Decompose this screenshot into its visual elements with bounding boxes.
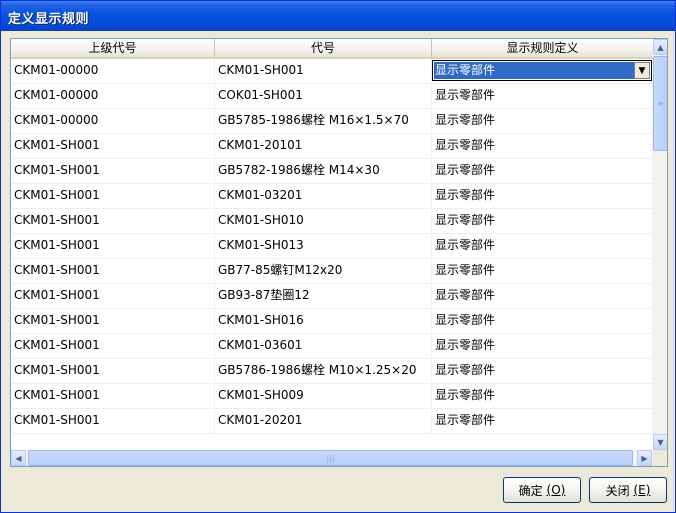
cell-parent-code[interactable]: CKM01-SH001 bbox=[11, 284, 215, 308]
table-row[interactable]: CKM01-SH001 CKM01-SH010 显示零部件 bbox=[11, 209, 653, 234]
cell-display-rule[interactable]: 显示零部件 bbox=[432, 234, 653, 258]
table-row[interactable]: CKM01-00000 GB5785-1986螺栓 M16×1.5×70 显示零部件 bbox=[11, 109, 653, 134]
arrow-left-icon[interactable]: ◀ bbox=[11, 450, 26, 466]
cell-display-rule[interactable]: 显示零部件 bbox=[432, 184, 653, 208]
cell-parent-code[interactable]: CKM01-00000 bbox=[11, 109, 215, 133]
column-header-display-rule[interactable]: 显示规则定义 bbox=[432, 39, 654, 59]
title-bar[interactable]: 定义显示规则 bbox=[1, 1, 675, 31]
vertical-scroll-thumb[interactable]: ≡ bbox=[653, 56, 667, 151]
cell-code[interactable]: CKM01-SH013 bbox=[215, 234, 432, 258]
cell-code[interactable]: CKM01-03201 bbox=[215, 184, 432, 208]
cell-display-rule[interactable]: 显示零部件 bbox=[432, 384, 653, 408]
table-row[interactable]: CKM01-SH001 GB5782-1986螺栓 M14×30 显示零部件 bbox=[11, 159, 653, 184]
cell-display-rule[interactable]: 显示零部件 bbox=[432, 309, 653, 333]
vertical-scrollbar[interactable]: ▲ ≡ ▼ bbox=[653, 39, 667, 450]
table-row[interactable]: CKM01-SH001 GB5786-1986螺栓 M10×1.25×20 显示零部… bbox=[11, 359, 653, 384]
cell-code[interactable]: GB5785-1986螺栓 M16×1.5×70 bbox=[215, 109, 432, 133]
cell-parent-code[interactable]: CKM01-SH001 bbox=[11, 259, 215, 283]
column-header-parent-code[interactable]: 上级代号 bbox=[11, 39, 215, 59]
table-row[interactable]: CKM01-SH001 CKM01-20101 显示零部件 bbox=[11, 134, 653, 159]
display-rule-dropdown[interactable]: 显示零部件 ▼ bbox=[432, 60, 652, 81]
table-row[interactable]: CKM01-SH001 CKM01-SH016 显示零部件 bbox=[11, 309, 653, 334]
table-row[interactable]: CKM01-SH001 CKM01-SH013 显示零部件 bbox=[11, 234, 653, 259]
cell-code[interactable]: GB77-85螺钉M12x20 bbox=[215, 259, 432, 283]
cell-display-rule[interactable]: 显示零部件 bbox=[432, 259, 653, 283]
ok-button-accel: (O) bbox=[546, 483, 566, 497]
dropdown-selected-value: 显示零部件 bbox=[434, 62, 634, 79]
cell-display-rule[interactable]: 显示零部件 bbox=[432, 334, 653, 358]
cell-code[interactable]: GB5782-1986螺栓 M14×30 bbox=[215, 159, 432, 183]
cell-display-rule[interactable]: 显示零部件 bbox=[432, 134, 653, 158]
table-row[interactable]: CKM01-SH001 CKM01-SH009 显示零部件 bbox=[11, 384, 653, 409]
cell-parent-code[interactable]: CKM01-SH001 bbox=[11, 159, 215, 183]
cell-display-rule[interactable]: 显示零部件 bbox=[432, 159, 653, 183]
cell-display-rule[interactable]: 显示零部件 bbox=[432, 359, 653, 383]
close-button[interactable]: 关闭 (E) bbox=[589, 477, 667, 503]
table-row[interactable]: CKM01-SH001 CKM01-20201 显示零部件 bbox=[11, 409, 653, 434]
cell-parent-code[interactable]: CKM01-SH001 bbox=[11, 134, 215, 158]
cell-display-rule[interactable]: 显示零部件 bbox=[432, 109, 653, 133]
close-button-label: 关闭 bbox=[605, 483, 630, 498]
horizontal-scroll-thumb[interactable]: ||| bbox=[28, 450, 633, 466]
column-header-code[interactable]: 代号 bbox=[215, 39, 432, 59]
table-row[interactable]: CKM01-SH001 GB93-87垫圈12 显示零部件 bbox=[11, 284, 653, 309]
cell-display-rule[interactable]: 显示零部件 bbox=[432, 284, 653, 308]
cell-code[interactable]: CKM01-03601 bbox=[215, 334, 432, 358]
cell-code[interactable]: CKM01-20101 bbox=[215, 134, 432, 158]
cell-parent-code[interactable]: CKM01-SH001 bbox=[11, 184, 215, 208]
cell-parent-code[interactable]: CKM01-SH001 bbox=[11, 309, 215, 333]
table-row[interactable]: CKM01-SH001 CKM01-03201 显示零部件 bbox=[11, 184, 653, 209]
grid-header: 上级代号 代号 显示规则定义 bbox=[11, 39, 654, 59]
cell-parent-code[interactable]: CKM01-SH001 bbox=[11, 234, 215, 258]
cell-parent-code[interactable]: CKM01-SH001 bbox=[11, 409, 215, 433]
cell-display-rule[interactable]: 显示零部件 bbox=[432, 84, 653, 108]
cell-parent-code[interactable]: CKM01-SH001 bbox=[11, 384, 215, 408]
scrollbar-corner bbox=[653, 450, 667, 466]
chevron-down-icon[interactable]: ▼ bbox=[634, 62, 650, 79]
arrow-right-icon[interactable]: ▶ bbox=[637, 450, 652, 466]
cell-code[interactable]: CKM01-SH010 bbox=[215, 209, 432, 233]
rules-grid: 上级代号 代号 显示规则定义 CKM01-00000 CKM01-SH001 显示零… bbox=[10, 38, 668, 467]
table-row[interactable]: CKM01-SH001 GB77-85螺钉M12x20 显示零部件 bbox=[11, 259, 653, 284]
cell-parent-code[interactable]: CKM01-00000 bbox=[11, 59, 215, 83]
arrow-down-icon[interactable]: ▼ bbox=[653, 434, 667, 450]
ok-button[interactable]: 确定 (O) bbox=[503, 477, 581, 503]
table-row[interactable]: CKM01-00000 CKM01-SH001 显示零部件 ▼ bbox=[11, 59, 653, 84]
cell-code[interactable]: CKM01-SH016 bbox=[215, 309, 432, 333]
horizontal-scrollbar[interactable]: ◀ ||| ▶ bbox=[11, 450, 653, 466]
cell-code[interactable]: CKM01-SH009 bbox=[215, 384, 432, 408]
cell-code[interactable]: GB5786-1986螺栓 M10×1.25×20 bbox=[215, 359, 432, 383]
table-row[interactable]: CKM01-00000 COK01-SH001 显示零部件 bbox=[11, 84, 653, 109]
cell-display-rule[interactable]: 显示零部件 bbox=[432, 209, 653, 233]
cell-display-rule[interactable]: 显示零部件 bbox=[432, 409, 653, 433]
cell-parent-code[interactable]: CKM01-SH001 bbox=[11, 334, 215, 358]
close-button-accel: (E) bbox=[633, 483, 651, 497]
cell-parent-code[interactable]: CKM01-SH001 bbox=[11, 359, 215, 383]
cell-code[interactable]: GB93-87垫圈12 bbox=[215, 284, 432, 308]
ok-button-label: 确定 bbox=[518, 483, 543, 498]
arrow-up-icon[interactable]: ▲ bbox=[653, 39, 667, 55]
cell-code[interactable]: COK01-SH001 bbox=[215, 84, 432, 108]
cell-code[interactable]: CKM01-20201 bbox=[215, 409, 432, 433]
dialog-window: 定义显示规则 上级代号 代号 显示规则定义 CKM01-00000 CKM01-S… bbox=[0, 0, 676, 513]
table-row[interactable]: CKM01-SH001 CKM01-03601 显示零部件 bbox=[11, 334, 653, 359]
window-title: 定义显示规则 bbox=[8, 12, 90, 27]
cell-parent-code[interactable]: CKM01-SH001 bbox=[11, 209, 215, 233]
cell-code[interactable]: CKM01-SH001 bbox=[215, 59, 432, 83]
cell-parent-code[interactable]: CKM01-00000 bbox=[11, 84, 215, 108]
